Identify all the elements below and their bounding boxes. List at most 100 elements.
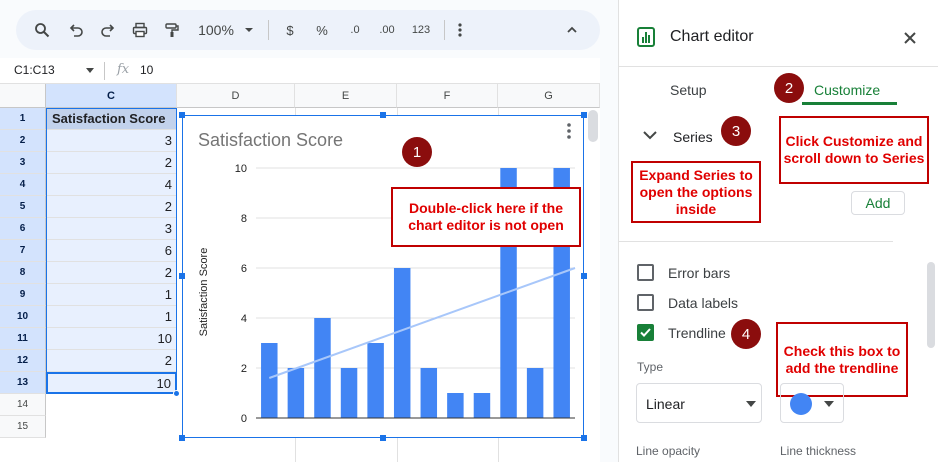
caret-down-icon xyxy=(244,28,253,32)
more-formats-button[interactable]: 123 xyxy=(406,16,436,44)
data-cell[interactable]: 2 xyxy=(46,196,177,218)
error-bars-checkbox[interactable] xyxy=(637,264,654,281)
data-cell[interactable]: 4 xyxy=(46,174,177,196)
decrease-decimal-button[interactable]: .0 xyxy=(342,16,368,44)
column-header-d[interactable]: D xyxy=(177,84,295,108)
row-header[interactable]: 2 xyxy=(0,130,46,152)
row-header[interactable]: 3 xyxy=(0,152,46,174)
chart-menu-icon[interactable] xyxy=(567,123,571,139)
trendline-type-select[interactable]: Linear xyxy=(636,383,762,423)
data-cell[interactable]: 1 xyxy=(46,306,177,328)
bar xyxy=(340,368,358,418)
data-cell[interactable]: 2 xyxy=(46,262,177,284)
bar xyxy=(314,318,331,418)
data-cell[interactable]: 3 xyxy=(46,218,177,240)
undo-icon xyxy=(69,24,83,37)
currency-format-button[interactable]: $ xyxy=(278,16,302,44)
row-header[interactable]: 12 xyxy=(0,350,46,372)
search-icon xyxy=(35,23,50,38)
select-all-corner[interactable] xyxy=(0,84,46,108)
editor-divider xyxy=(619,66,938,67)
data-cell[interactable]: 3 xyxy=(46,130,177,152)
more-formats-label: 123 xyxy=(411,24,431,36)
row-header[interactable]: 8 xyxy=(0,262,46,284)
print-icon xyxy=(132,22,148,38)
percent-label: % xyxy=(316,22,328,38)
row-header[interactable]: 10 xyxy=(0,306,46,328)
resize-handle[interactable] xyxy=(380,112,386,118)
trendline-checkbox[interactable] xyxy=(637,324,654,341)
chevron-down-icon[interactable] xyxy=(643,130,657,140)
collapse-toolbar-button[interactable] xyxy=(562,16,582,44)
redo-button[interactable] xyxy=(96,16,120,44)
decrease-decimal-label: .0 xyxy=(350,24,360,36)
trendline-color-select[interactable] xyxy=(780,383,844,423)
embedded-chart[interactable]: Satisfaction Score Satisfaction Score 0 2… xyxy=(182,115,584,438)
formula-input[interactable]: 10 xyxy=(140,63,153,77)
zoom-select[interactable]: 100% xyxy=(194,16,258,44)
column-header-g[interactable]: G xyxy=(498,84,600,108)
row-header[interactable]: 6 xyxy=(0,218,46,240)
series-section-header[interactable]: Series xyxy=(673,129,713,145)
data-cell[interactable]: 2 xyxy=(46,152,177,174)
row-header[interactable]: 13 xyxy=(0,372,46,394)
callout-open-editor: Double-click here if the chart editor is… xyxy=(391,187,581,247)
tab-customize[interactable]: Customize xyxy=(814,82,880,98)
active-tab-indicator xyxy=(802,102,897,105)
check-icon xyxy=(640,328,651,337)
data-cell[interactable]: 6 xyxy=(46,240,177,262)
row-header[interactable]: 7 xyxy=(0,240,46,262)
tab-setup[interactable]: Setup xyxy=(670,82,707,98)
column-header-c[interactable]: C xyxy=(46,84,177,108)
resize-handle[interactable] xyxy=(179,112,185,118)
add-series-button[interactable]: Add xyxy=(851,191,905,215)
data-cell[interactable]: 1 xyxy=(46,284,177,306)
bar xyxy=(287,368,305,418)
resize-handle[interactable] xyxy=(581,112,587,118)
more-options-button[interactable] xyxy=(450,16,470,44)
zoom-value: 100% xyxy=(198,22,234,38)
more-vert-icon xyxy=(458,23,462,37)
data-cell[interactable]: 10 xyxy=(46,328,177,350)
resize-handle[interactable] xyxy=(581,435,587,441)
caret-down-icon xyxy=(746,401,756,407)
print-button[interactable] xyxy=(128,16,152,44)
row-header[interactable]: 4 xyxy=(0,174,46,196)
row-header[interactable]: 5 xyxy=(0,196,46,218)
caret-down-icon xyxy=(86,68,94,73)
search-menus-button[interactable] xyxy=(30,16,54,44)
formula-bar: C1:C13 fx 10 xyxy=(0,58,600,84)
fill-handle[interactable] xyxy=(173,390,180,397)
percent-format-button[interactable]: % xyxy=(310,16,334,44)
step-badge-4: 4 xyxy=(731,319,761,349)
row-header[interactable]: 11 xyxy=(0,328,46,350)
bar xyxy=(526,368,544,418)
row-header[interactable]: 9 xyxy=(0,284,46,306)
chart-editor-panel: Chart editor Setup Customize 2 Series 3 … xyxy=(618,0,938,462)
y-tick-label: 8 xyxy=(241,213,247,225)
undo-button[interactable] xyxy=(64,16,88,44)
data-labels-checkbox[interactable] xyxy=(637,294,654,311)
row-header[interactable]: 1 xyxy=(0,108,46,130)
resize-handle[interactable] xyxy=(380,435,386,441)
row-header[interactable]: 15 xyxy=(0,416,46,438)
resize-handle[interactable] xyxy=(179,273,185,279)
column-header-e[interactable]: E xyxy=(295,84,397,108)
increase-decimal-button[interactable]: .00 xyxy=(372,16,402,44)
grid-scrollbar-thumb[interactable] xyxy=(588,110,598,142)
close-icon[interactable] xyxy=(904,32,916,44)
editor-title: Chart editor xyxy=(670,28,754,45)
resize-handle[interactable] xyxy=(179,435,185,441)
callout-expand-series: Expand Series to open the options inside xyxy=(631,161,761,223)
editor-scrollbar-thumb[interactable] xyxy=(927,262,935,348)
resize-handle[interactable] xyxy=(581,273,587,279)
active-cell[interactable]: 10 xyxy=(46,372,177,394)
data-cell[interactable]: 2 xyxy=(46,350,177,372)
column-header-f[interactable]: F xyxy=(397,84,498,108)
header-cell-c1[interactable]: Satisfaction Score xyxy=(46,108,177,130)
row-header[interactable]: 14 xyxy=(0,394,46,416)
name-box[interactable]: C1:C13 xyxy=(14,63,55,77)
paint-format-button[interactable] xyxy=(160,16,184,44)
y-tick-label: 6 xyxy=(241,263,247,275)
chevron-up-icon xyxy=(567,26,577,33)
